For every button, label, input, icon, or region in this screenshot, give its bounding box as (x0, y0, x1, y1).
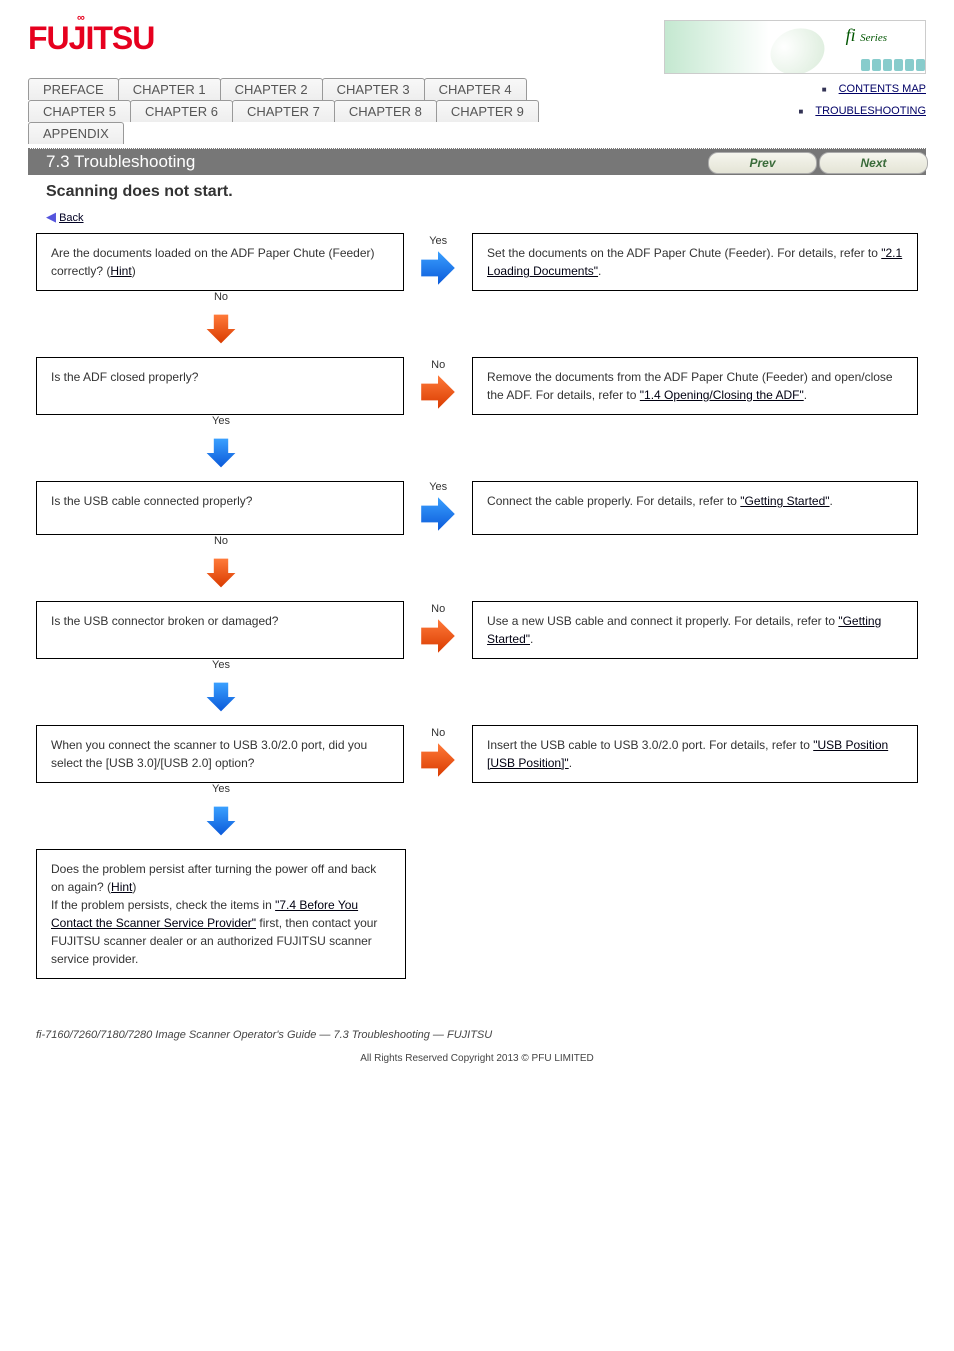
tab-chapter5[interactable]: CHAPTER 5 (28, 100, 131, 122)
tab-chapter3[interactable]: CHAPTER 3 (322, 78, 425, 100)
hint-link[interactable]: Hint (110, 264, 131, 278)
tab-chapter2[interactable]: CHAPTER 2 (220, 78, 323, 100)
link-troubleshooting[interactable]: TROUBLESHOOTING (805, 105, 926, 117)
question-box: When you connect the scanner to USB 3.0/… (36, 725, 404, 783)
section-title: Scanning does not start. (0, 175, 954, 209)
arrow-down-icon (203, 679, 239, 715)
arrow-right-icon: Yes (408, 233, 468, 291)
arrow-down-icon (203, 435, 239, 471)
answer-box: Set the documents on the ADF Paper Chute… (472, 233, 918, 291)
arrow-right-icon: No (408, 357, 468, 415)
citation: fi-7160/7260/7180/7280 Image Scanner Ope… (0, 1009, 954, 1047)
arrow-right-icon: No (408, 601, 468, 659)
copyright: All Rights Reserved Copyright 2013 © PFU… (0, 1047, 954, 1084)
answer-box: Connect the cable properly. For details,… (472, 481, 918, 535)
ref-link[interactable]: "Getting Started" (740, 494, 829, 508)
answer-box: Insert the USB cable to USB 3.0/2.0 port… (472, 725, 918, 783)
question-box: Is the ADF closed properly? (36, 357, 404, 415)
tab-preface[interactable]: PREFACE (28, 78, 119, 100)
tab-chapter1[interactable]: CHAPTER 1 (118, 78, 221, 100)
ref-link[interactable]: "USB Position [USB Position]" (487, 738, 888, 770)
ref-link[interactable]: "Getting Started" (487, 614, 881, 646)
fi-series-banner: fi Series (664, 20, 926, 74)
answer-box: Remove the documents from the ADF Paper … (472, 357, 918, 415)
tab-chapter6[interactable]: CHAPTER 6 (130, 100, 233, 122)
question-box: Is the USB cable connected properly? (36, 481, 404, 535)
back-triangle-icon: ◀ (46, 209, 56, 224)
next-button[interactable]: Next (819, 152, 928, 174)
arrow-down-icon (203, 803, 239, 839)
tab-chapter9[interactable]: CHAPTER 9 (436, 100, 539, 122)
page-title: 7.3 Troubleshooting (46, 152, 195, 172)
question-box: Is the USB connector broken or damaged? (36, 601, 404, 659)
fujitsu-logo: ∞ FUJITSU (28, 20, 154, 57)
arrow-right-icon: No (408, 725, 468, 783)
tab-chapter7[interactable]: CHAPTER 7 (232, 100, 335, 122)
answer-box: Use a new USB cable and connect it prope… (472, 601, 918, 659)
prev-button[interactable]: Prev (708, 152, 817, 174)
ref-link[interactable]: "2.1 Loading Documents" (487, 246, 902, 278)
link-contents-map[interactable]: CONTENTS MAP (829, 83, 926, 95)
ref-link[interactable]: "1.4 Opening/Closing the ADF" (640, 388, 804, 402)
tab-chapter4[interactable]: CHAPTER 4 (424, 78, 527, 100)
hint-link[interactable]: Hint (111, 880, 132, 894)
question-box: Are the documents loaded on the ADF Pape… (36, 233, 404, 291)
arrow-down-icon (203, 555, 239, 591)
ref-link[interactable]: "7.4 Before You Contact the Scanner Serv… (51, 898, 358, 930)
back-link[interactable]: Back (59, 212, 83, 224)
final-box: Does the problem persist after turning t… (36, 849, 406, 979)
tab-appendix[interactable]: APPENDIX (28, 122, 124, 144)
page-title-bar: 7.3 Troubleshooting Prev Next (28, 149, 926, 175)
arrow-down-icon (203, 311, 239, 347)
arrow-right-icon: Yes (408, 481, 468, 535)
tab-chapter8[interactable]: CHAPTER 8 (334, 100, 437, 122)
